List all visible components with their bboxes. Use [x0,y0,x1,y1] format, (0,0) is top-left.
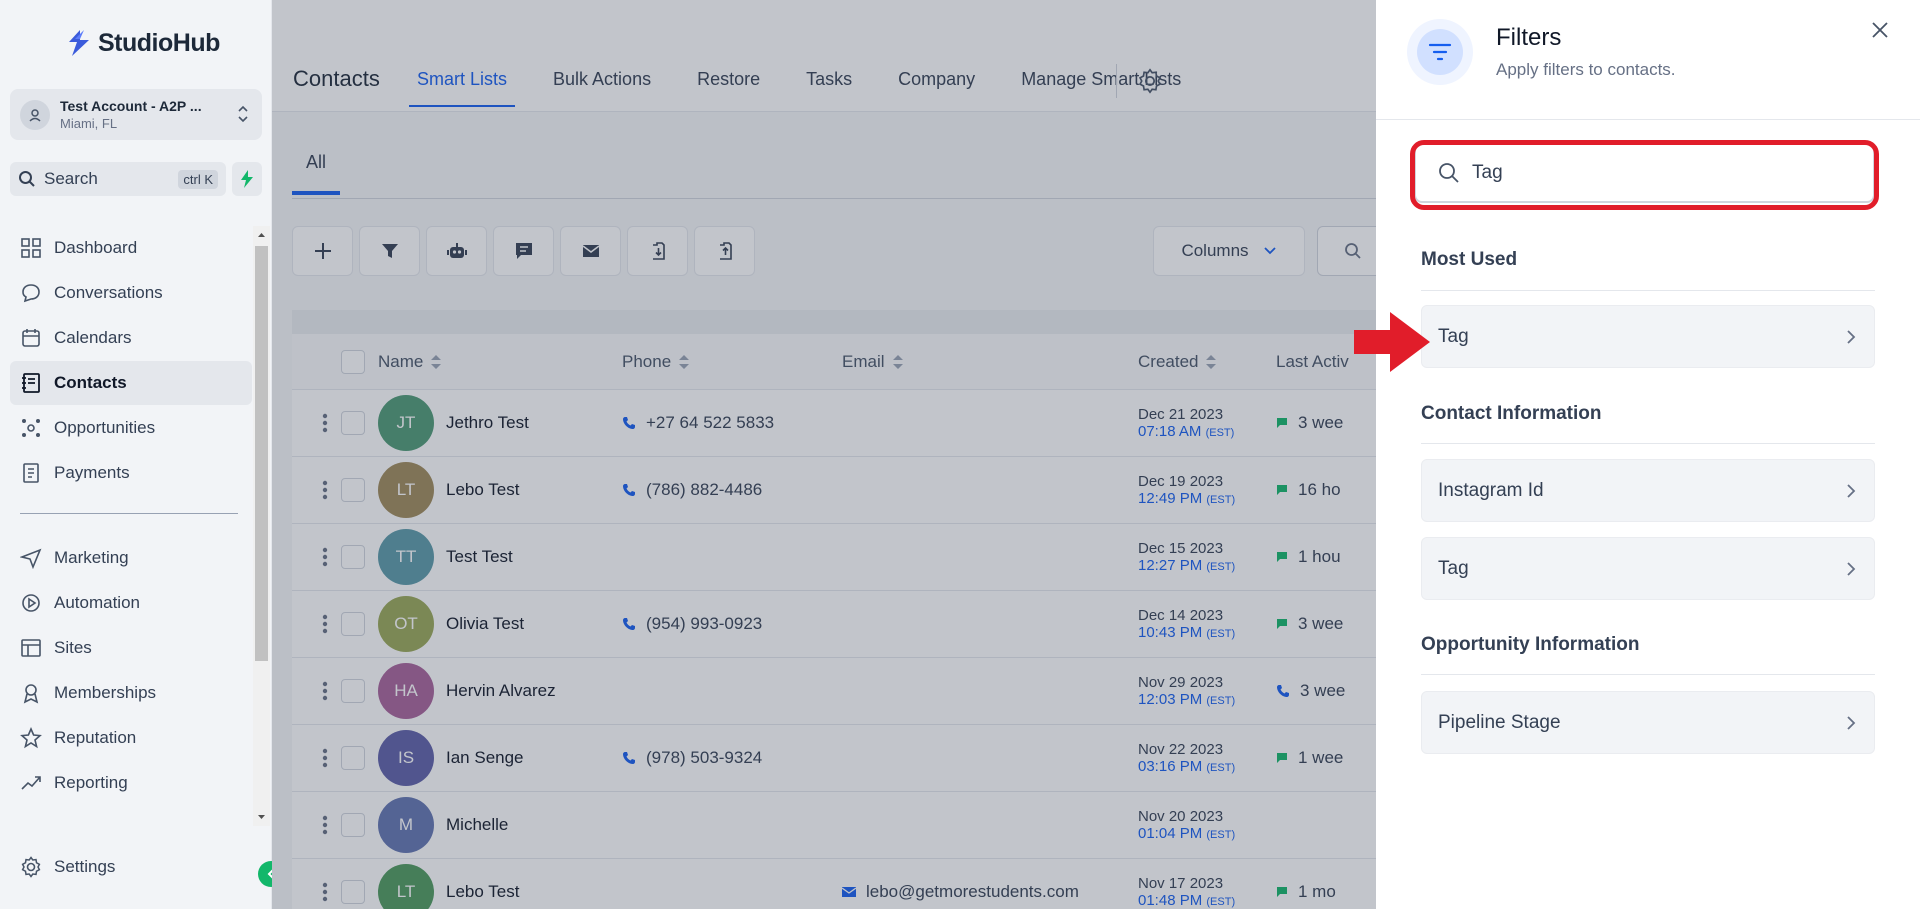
sidebar-item-conversations[interactable]: Conversations [10,271,252,315]
reporting-icon [21,776,41,790]
account-switcher[interactable]: Test Account - A2P ... Miami, FL [10,89,262,140]
chevron-right-icon [1847,329,1856,344]
filter-lines-icon [1428,43,1452,61]
search-shortcut: ctrl K [178,169,218,189]
filters-panel: Filters Apply filters to contacts. Most … [1376,0,1920,909]
sites-icon [21,639,41,657]
chevron-updown-icon [238,105,248,123]
sidebar-item-label: Payments [54,463,130,482]
search-highlight-annotation [1410,140,1879,210]
memberships-icon [23,684,39,704]
brand-logo[interactable]: StudioHub [66,28,220,58]
sidebar-item-marketing[interactable]: Marketing [10,536,252,580]
sidebar-item-dashboard[interactable]: Dashboard [10,226,252,270]
sidebar-item-label: Reputation [54,728,137,747]
account-location: Miami, FL [60,116,118,131]
sidebar-item-label: Calendars [54,328,132,347]
sidebar-item-opportunities[interactable]: Opportunities [10,406,252,450]
payments-icon [23,463,39,483]
contacts-icon [22,373,40,393]
sidebar: StudioHub Test Account - A2P ... Miami, … [0,0,284,909]
sidebar-item-label: Reporting [54,773,128,792]
automation-icon [22,594,40,612]
sidebar-item-label: Automation [54,593,140,612]
sidebar-nav: Dashboard Conversations Calendars Contac… [10,226,252,806]
dashboard-icon [21,238,41,258]
sidebar-item-label: Memberships [54,683,157,702]
section-opportunity-information: Opportunity Information [1421,634,1640,655]
scrollbar-thumb[interactable] [255,246,268,661]
sidebar-scrollbar[interactable] [253,226,270,826]
star-icon [20,727,42,749]
sidebar-search-row: Search ctrl K [10,162,262,196]
filters-icon-badge [1407,19,1473,85]
sidebar-item-label: Contacts [54,373,127,392]
filter-option-pipeline-stage[interactable]: Pipeline Stage [1421,691,1875,754]
gear-icon [21,856,41,878]
sidebar-item-payments[interactable]: Payments [10,451,252,495]
sidebar-item-reporting[interactable]: Reporting [10,761,252,805]
filters-subtitle: Apply filters to contacts. [1496,60,1676,79]
search-icon [19,171,35,187]
chevron-right-icon [1847,561,1856,576]
account-name: Test Account - A2P ... [60,98,202,114]
sidebar-item-reputation[interactable]: Reputation [10,716,252,760]
filter-option-tag-contact[interactable]: Tag [1421,537,1875,600]
red-arrow-annotation [1354,312,1430,372]
lightning-icon [241,170,253,188]
sidebar-item-settings[interactable]: Settings [20,856,115,878]
sidebar-item-label: Conversations [54,283,163,302]
sidebar-item-contacts[interactable]: Contacts [10,361,252,405]
filters-title: Filters [1496,24,1562,51]
settings-label: Settings [54,857,116,876]
chat-icon [22,284,40,303]
sidebar-item-calendars[interactable]: Calendars [10,316,252,360]
section-most-used: Most Used [1421,249,1518,270]
location-pin-icon [29,108,41,122]
sidebar-item-memberships[interactable]: Memberships [10,671,252,715]
send-icon [20,548,42,569]
sidebar-item-label: Sites [54,638,92,657]
sidebar-item-label: Dashboard [54,238,138,257]
account-avatar [20,99,50,130]
close-icon[interactable] [1870,20,1890,40]
calendar-icon [22,329,40,347]
chevron-right-icon [1847,483,1856,498]
section-contact-information: Contact Information [1421,403,1602,424]
filter-option-instagram-id[interactable]: Instagram Id [1421,459,1875,522]
sidebar-divider [20,513,238,514]
scroll-up-icon [258,233,265,237]
sidebar-item-label: Marketing [54,548,129,567]
opportunities-icon [22,419,40,437]
sidebar-item-label: Opportunities [54,418,156,437]
sidebar-search-label: Search [44,169,98,188]
logo-mark-icon [69,30,89,56]
sidebar-item-sites[interactable]: Sites [10,626,252,670]
sidebar-search[interactable]: Search ctrl K [10,162,226,196]
brand-name: StudioHub [98,28,220,57]
chevron-right-icon [1847,715,1856,730]
sidebar-item-automation[interactable]: Automation [10,581,252,625]
scroll-down-icon [258,815,265,819]
filter-option-tag-most-used[interactable]: Tag [1421,305,1875,368]
filters-header: Filters Apply filters to contacts. [1376,0,1920,120]
quick-action-button[interactable] [232,162,262,196]
